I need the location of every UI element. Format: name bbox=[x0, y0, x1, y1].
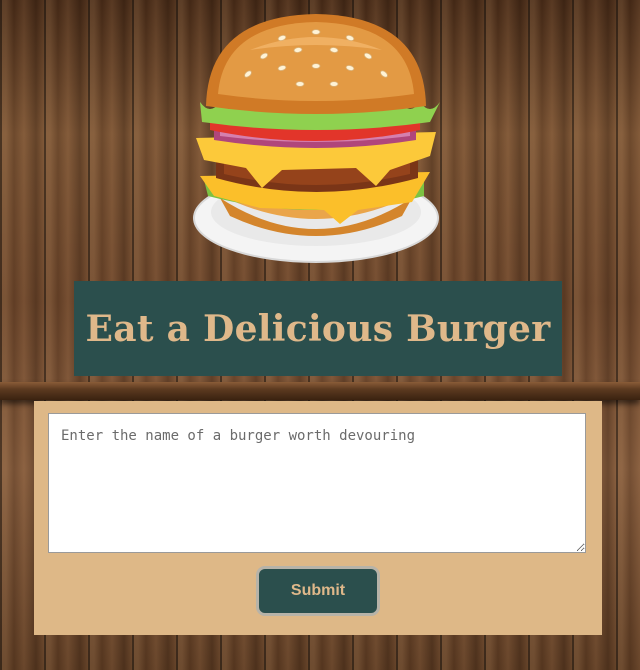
page-title: Eat a Delicious Burger bbox=[85, 307, 551, 350]
burger-name-input[interactable] bbox=[48, 413, 586, 553]
title-banner: Eat a Delicious Burger bbox=[74, 281, 562, 376]
submit-button[interactable]: Submit bbox=[256, 566, 380, 616]
wooden-shelf bbox=[0, 382, 640, 400]
burger-form: Submit bbox=[34, 401, 602, 635]
burger-icon bbox=[193, 14, 440, 263]
